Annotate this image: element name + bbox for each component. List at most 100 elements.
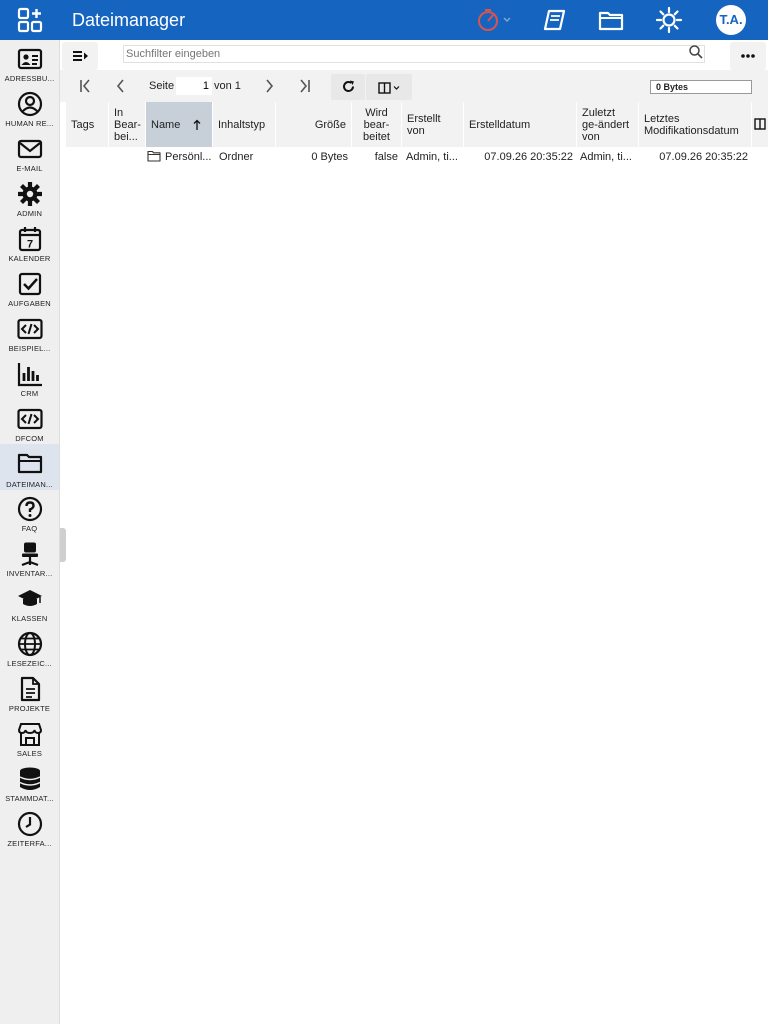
sidebar-item-label: DATEIMAN... xyxy=(6,480,53,489)
sidebar-item-dfcom[interactable]: DFCOM xyxy=(0,402,59,447)
more-dots-icon xyxy=(741,54,755,58)
table-row[interactable]: Persönl... Ordner 0 Bytes false Admin, t… xyxy=(66,148,768,166)
sidebar-item-label: PROJEKTE xyxy=(8,704,51,713)
sidebar-item-crm[interactable]: CRM xyxy=(0,357,59,402)
column-header-inhaltstyp[interactable]: Inhaltstyp xyxy=(213,102,276,147)
toggle-panel-button[interactable] xyxy=(62,42,98,70)
sidebar-item-label: ZEITERFA... xyxy=(7,839,52,848)
first-page-icon[interactable] xyxy=(70,74,100,98)
sidebar-item-stammdaten[interactable]: STAMMDAT... xyxy=(0,762,59,807)
sidebar-item-email[interactable]: E-MAIL xyxy=(0,132,59,177)
column-header-erstellt-von[interactable]: Erstellt von xyxy=(402,102,464,147)
page-number-input[interactable] xyxy=(176,77,212,95)
table-header: Tags In Bear-bei... Name Inhaltstyp Größ… xyxy=(66,102,768,147)
bar-chart-icon xyxy=(17,363,42,387)
cell-erstellt-von: Admin, ti... xyxy=(406,151,458,163)
database-icon xyxy=(19,767,41,790)
sidebar: ADRESSBU... HUMAN RE... E-MAIL ADMIN 7 K… xyxy=(0,40,60,1024)
last-page-icon[interactable] xyxy=(290,74,320,98)
sidebar-item-label: LESEZEIC... xyxy=(7,659,52,668)
sidebar-item-beispiel[interactable]: BEISPIEL... xyxy=(0,312,59,357)
app-header: Dateimanager T.A. xyxy=(0,0,768,40)
sidebar-item-label: INVENTAR... xyxy=(6,569,53,578)
sidebar-item-label: HUMAN RE... xyxy=(5,119,54,128)
pagination-bar: Seite von 1 0 Bytes xyxy=(60,70,768,102)
sidebar-item-lesezeichen[interactable]: LESEZEIC... xyxy=(0,627,59,672)
sidebar-item-label: FAQ xyxy=(21,524,38,533)
column-header-groesse[interactable]: Größe xyxy=(276,102,352,147)
column-layout-button[interactable] xyxy=(366,74,412,100)
folder-icon[interactable] xyxy=(597,6,625,34)
more-options-button[interactable] xyxy=(730,42,766,70)
sidebar-item-label: E-MAIL xyxy=(16,164,43,173)
cell-name: Persönl... xyxy=(165,151,212,163)
app-title: Dateimanager xyxy=(72,10,186,30)
column-header-erstelldatum[interactable]: Erstelldatum xyxy=(464,102,577,147)
sidebar-item-human-resources[interactable]: HUMAN RE... xyxy=(0,87,59,132)
code-icon xyxy=(17,318,43,340)
sidebar-item-projekte[interactable]: PROJEKTE xyxy=(0,672,59,717)
user-avatar[interactable]: T.A. xyxy=(716,5,746,35)
sidebar-item-label: BEISPIEL... xyxy=(8,344,51,353)
column-header-label: Name xyxy=(151,118,181,131)
prev-page-icon[interactable] xyxy=(106,74,136,98)
column-chooser-button[interactable] xyxy=(752,102,768,147)
app-grid-icon[interactable] xyxy=(17,7,43,33)
sidebar-item-sales[interactable]: SALES xyxy=(0,717,59,762)
column-header-modifikationsdatum[interactable]: Letztes Modifikationsdatum xyxy=(639,102,752,147)
sidebar-item-kalender[interactable]: 7 KALENDER xyxy=(0,222,59,267)
folder-icon xyxy=(147,150,161,162)
person-icon xyxy=(17,91,43,117)
document-icon xyxy=(20,676,41,702)
sidebar-item-admin[interactable]: ADMIN xyxy=(0,177,59,222)
sidebar-item-label: ADRESSBU... xyxy=(4,74,55,83)
refresh-button[interactable] xyxy=(331,74,365,100)
sidebar-item-aufgaben[interactable]: AUFGABEN xyxy=(0,267,59,312)
book-icon[interactable] xyxy=(541,6,569,34)
sidebar-item-label: CRM xyxy=(20,389,39,398)
sidebar-item-inventar[interactable]: INVENTAR... xyxy=(0,537,59,582)
sidebar-item-zeiterfassung[interactable]: ZEITERFA... xyxy=(0,807,59,852)
page-count-label: von 1 xyxy=(214,80,241,92)
sidebar-item-label: ADMIN xyxy=(16,209,43,218)
sidebar-item-label: KALENDER xyxy=(8,254,51,263)
sidebar-collapse-handle[interactable] xyxy=(60,528,66,562)
cell-zuletzt-geaendert-von: Admin, ti... xyxy=(580,151,632,163)
column-header-in-bearbeitung[interactable]: In Bear-bei... xyxy=(109,102,146,147)
cell-erstelldatum: 07.09.26 20:35:22 xyxy=(484,151,573,163)
page-label: Seite xyxy=(149,80,175,92)
search-icon[interactable] xyxy=(688,44,704,60)
code-icon xyxy=(17,408,43,430)
theme-sun-icon[interactable] xyxy=(655,6,683,34)
address-book-icon xyxy=(17,48,43,70)
sidebar-item-label: SALES xyxy=(16,749,43,758)
sidebar-item-klassen[interactable]: KLASSEN xyxy=(0,582,59,627)
clock-icon xyxy=(17,811,43,837)
store-icon xyxy=(17,723,43,746)
mail-icon xyxy=(17,139,43,159)
gear-icon xyxy=(18,182,42,206)
cell-groesse: 0 Bytes xyxy=(311,151,348,163)
globe-icon xyxy=(17,631,43,657)
sidebar-item-adressbuch[interactable]: ADRESSBU... xyxy=(0,42,59,87)
sidebar-item-dateimanager[interactable]: DATEIMAN... xyxy=(0,444,59,490)
timer-status-icon[interactable] xyxy=(474,6,514,34)
cell-modifikationsdatum: 07.09.26 20:35:22 xyxy=(659,151,748,163)
columns-icon xyxy=(378,82,400,94)
column-header-name[interactable]: Name xyxy=(146,102,213,147)
checkbox-icon xyxy=(18,272,42,296)
column-header-zuletzt-geaendert-von[interactable]: Zuletzt ge-ändert von xyxy=(577,102,639,147)
toolbar xyxy=(60,40,768,70)
sort-ascending-icon xyxy=(193,119,201,130)
search-input[interactable] xyxy=(123,45,705,63)
next-page-icon[interactable] xyxy=(254,74,284,98)
column-header-tags[interactable]: Tags xyxy=(66,102,109,147)
column-header-wird-bearbeitet[interactable]: Wird bear-beitet xyxy=(352,102,402,147)
sidebar-item-label: DFCOM xyxy=(15,434,44,443)
svg-text:7: 7 xyxy=(27,239,33,251)
sidebar-item-label: AUFGABEN xyxy=(8,299,51,308)
graduation-cap-icon xyxy=(18,590,42,606)
cell-wird-bearbeitet: false xyxy=(374,151,398,163)
sidebar-item-faq[interactable]: FAQ xyxy=(0,492,59,537)
columns-icon xyxy=(754,118,766,130)
